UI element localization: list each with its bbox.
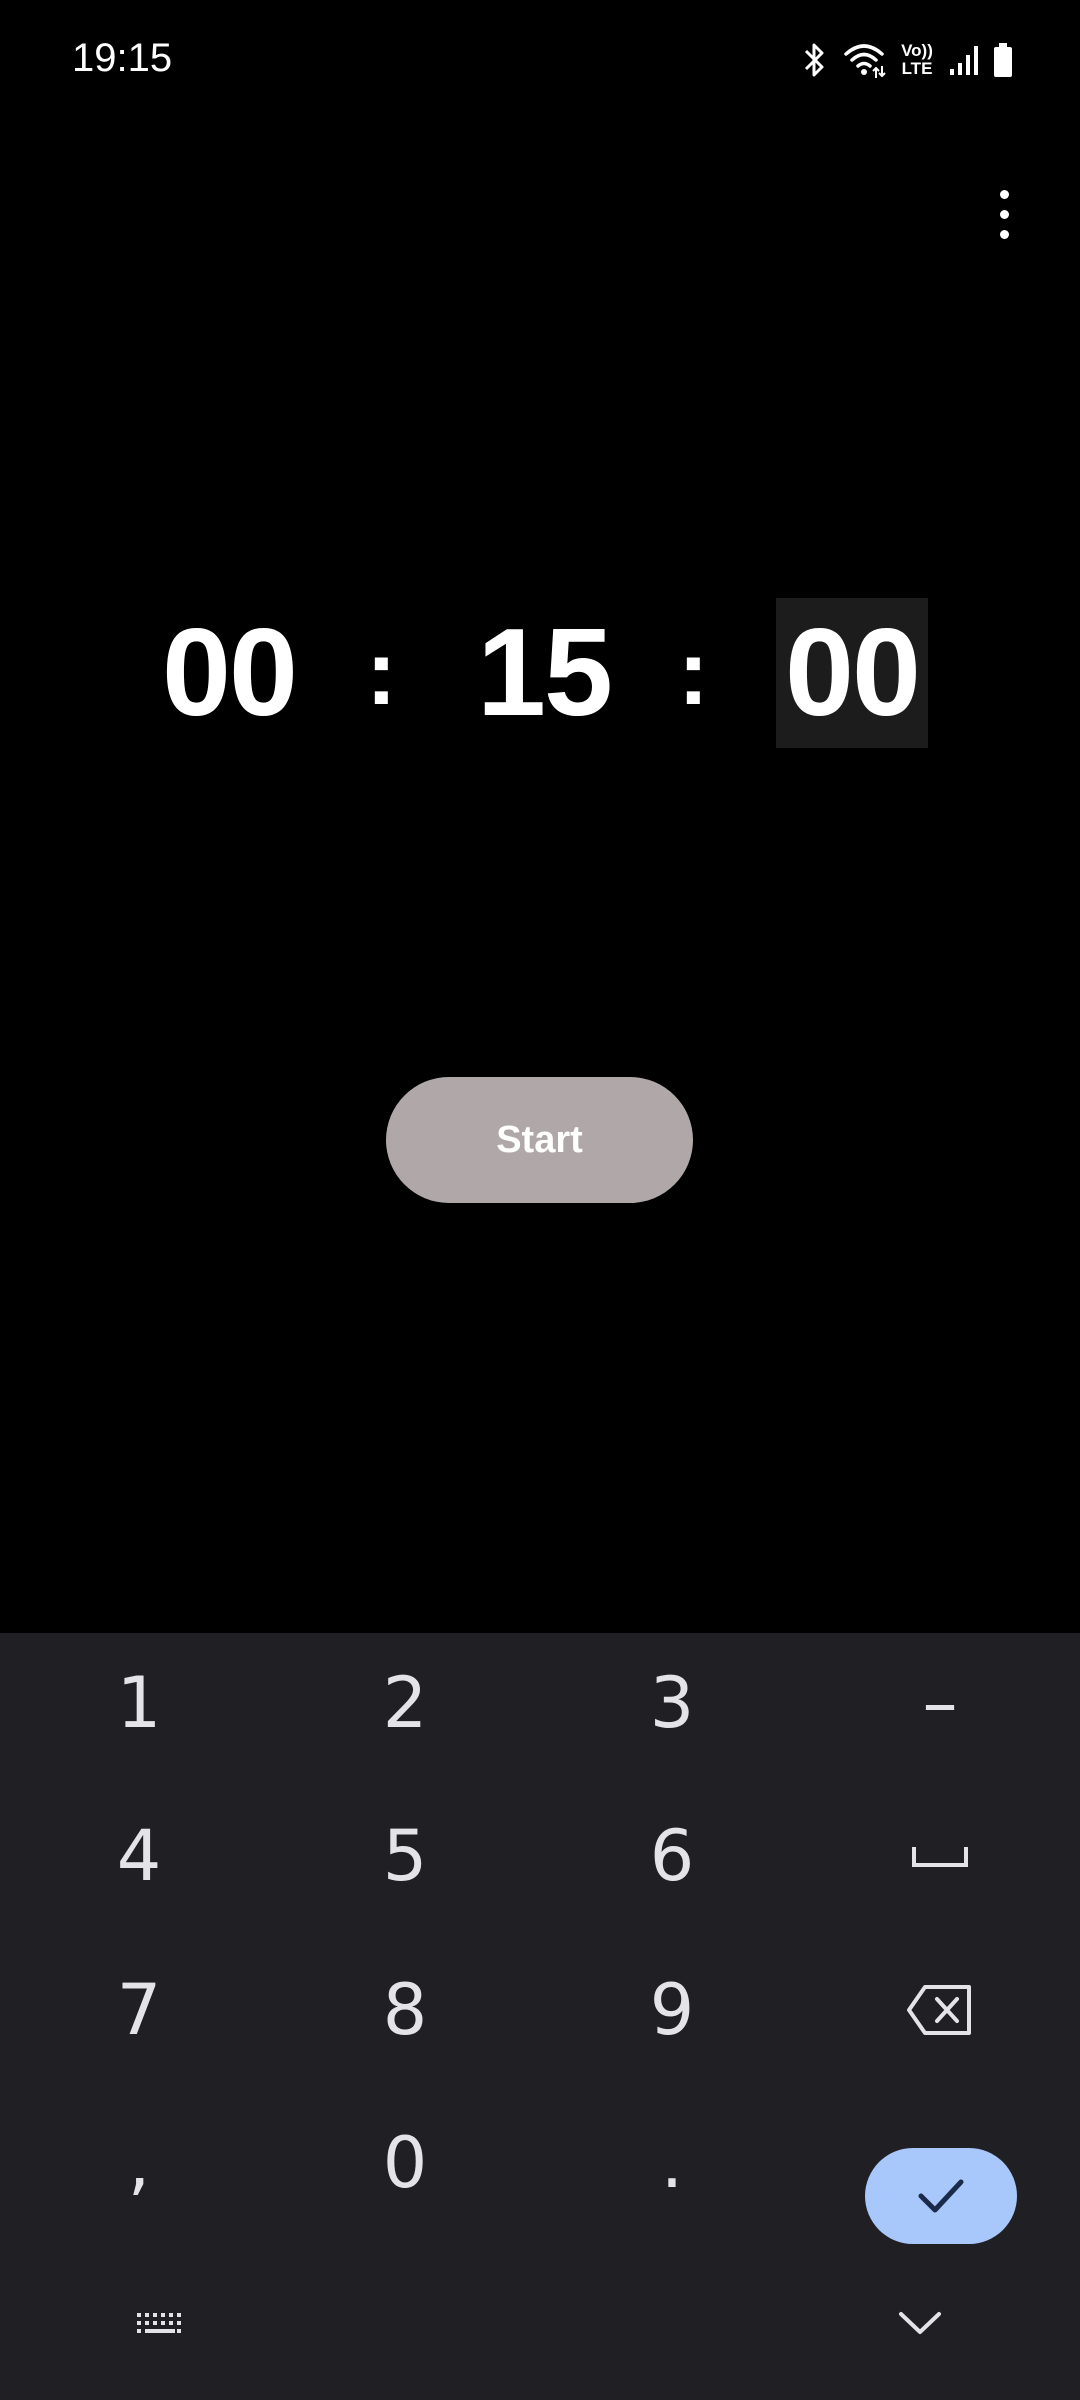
key-label: 8 [382, 1969, 428, 2051]
key-3[interactable]: 3 [572, 1633, 772, 1773]
key-label: 0 [382, 2122, 428, 2204]
more-vert-icon-dot [999, 229, 1009, 239]
key-0[interactable]: 0 [305, 2093, 505, 2233]
key-label: 5 [382, 1815, 428, 1897]
status-time: 19:15 [72, 36, 173, 80]
key-8[interactable]: 8 [305, 1940, 505, 2080]
timer-hours[interactable]: 00 [150, 598, 308, 748]
bluetooth-icon [802, 41, 828, 79]
key-space[interactable] [840, 1786, 1040, 1926]
status-bar: 19:15 Vo)) LTE [0, 0, 1080, 118]
timer-seconds[interactable]: 00 [776, 598, 928, 748]
key-minus[interactable]: – [840, 1633, 1040, 1773]
key-label: 9 [649, 1969, 695, 2051]
key-backspace[interactable] [840, 1940, 1040, 2080]
key-label: 6 [649, 1815, 695, 1897]
key-comma[interactable]: , [39, 2093, 239, 2233]
volte-bottom-label: LTE [901, 59, 933, 78]
start-button[interactable]: Start [386, 1077, 693, 1203]
timer-separator: : [678, 621, 709, 724]
backspace-icon [907, 1985, 971, 2035]
timer-minutes[interactable]: 15 [465, 598, 623, 748]
key-1[interactable]: 1 [39, 1633, 239, 1773]
chevron-down-icon [899, 2312, 941, 2334]
space-bar-icon [912, 1847, 968, 1867]
signal-icon [948, 43, 978, 77]
battery-icon [992, 42, 1014, 78]
key-label: , [127, 2122, 151, 2204]
status-icons: Vo)) LTE [802, 38, 1014, 82]
key-7[interactable]: 7 [39, 1940, 239, 2080]
key-label: – [922, 1662, 958, 1744]
key-4[interactable]: 4 [39, 1786, 239, 1926]
key-9[interactable]: 9 [572, 1940, 772, 2080]
key-label: . [660, 2122, 684, 2204]
key-6[interactable]: 6 [572, 1786, 772, 1926]
key-label: 4 [116, 1815, 162, 1897]
key-period[interactable]: . [572, 2093, 772, 2233]
key-label: 7 [116, 1969, 162, 2051]
key-5[interactable]: 5 [305, 1786, 505, 1926]
more-options-button[interactable] [968, 166, 1040, 262]
more-vert-icon-dot [999, 209, 1009, 219]
volte-top-label: Vo)) [901, 41, 933, 60]
volte-icon: Vo)) LTE [900, 42, 934, 78]
numeric-keypad: 1 2 3 – 4 5 6 7 8 9 , 0 . [0, 1633, 1080, 2400]
timer-display: 00 : 15 : 00 [0, 590, 1080, 750]
key-label: 2 [382, 1662, 428, 1744]
key-2[interactable]: 2 [305, 1633, 505, 1773]
enter-button[interactable] [865, 2148, 1017, 2244]
key-label: 3 [649, 1662, 695, 1744]
keyboard-icon [137, 2313, 181, 2333]
timer-separator: : [366, 621, 397, 724]
more-vert-icon [999, 189, 1009, 199]
check-icon [918, 2179, 964, 2213]
hide-keyboard-button[interactable] [880, 2287, 960, 2357]
keyboard-switch-button[interactable] [120, 2299, 200, 2349]
wifi-icon [842, 40, 886, 80]
key-label: 1 [116, 1662, 162, 1744]
